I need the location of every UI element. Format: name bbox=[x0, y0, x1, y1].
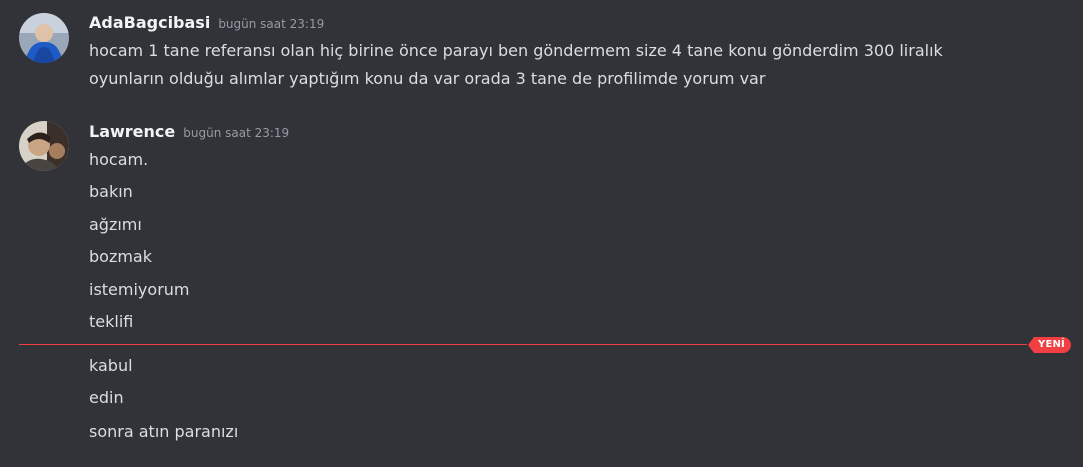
message-text: kabul bbox=[89, 356, 133, 375]
message-text: hocam. bbox=[89, 150, 149, 169]
message-text: teklifi bbox=[89, 312, 134, 331]
timestamp[interactable]: bugün saat 23:19 bbox=[183, 126, 289, 140]
message-text: bozmak bbox=[89, 247, 152, 266]
avatar-lawrence[interactable] bbox=[19, 121, 69, 171]
new-messages-divider bbox=[19, 344, 1027, 345]
chat-messages: AdaBagcibasi bugün saat 23:19 hocam 1 ta… bbox=[0, 0, 1083, 467]
message-header: AdaBagcibasi bugün saat 23:19 bbox=[89, 13, 324, 32]
message-header: Lawrence bugün saat 23:19 bbox=[89, 122, 289, 141]
avatar-adabagcibasi[interactable] bbox=[19, 13, 69, 63]
username[interactable]: AdaBagcibasi bbox=[89, 13, 210, 32]
message-text: bakın bbox=[89, 182, 133, 201]
timestamp[interactable]: bugün saat 23:19 bbox=[218, 17, 324, 31]
message-text: istemiyorum bbox=[89, 280, 190, 299]
message-text: sonra atın paranızı bbox=[89, 422, 239, 441]
username[interactable]: Lawrence bbox=[89, 122, 175, 141]
message-text: oyunların olduğu alımlar yaptığım konu d… bbox=[89, 69, 766, 88]
message-text: ağzımı bbox=[89, 215, 142, 234]
message-text: hocam 1 tane referansı olan hiç birine ö… bbox=[89, 41, 943, 60]
message-text: edin bbox=[89, 388, 124, 407]
new-messages-badge: YENİ bbox=[1028, 337, 1071, 353]
